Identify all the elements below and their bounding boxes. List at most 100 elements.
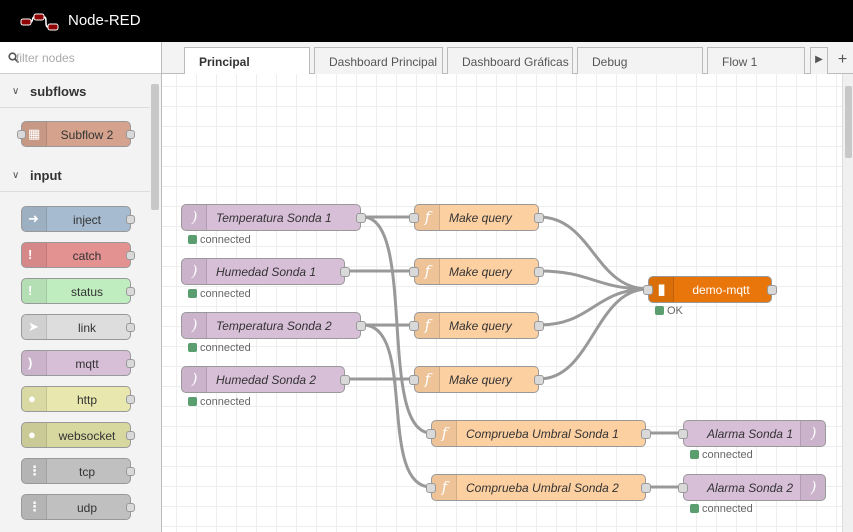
plus-icon: + [837, 51, 848, 68]
mqtt-in-node-temperatura-sonda-1[interactable]: ) Temperatura Sonda 1 [181, 204, 366, 231]
status-text: connected [200, 396, 251, 408]
function-node-make-query-4[interactable]: f Make query [409, 366, 544, 393]
status-dot [690, 504, 699, 513]
input-port[interactable] [678, 483, 688, 493]
node-palette: filter nodes ∨ subflows ▦ Subflow 2 ∨ in… [0, 42, 162, 532]
flow-canvas[interactable]: ) Temperatura Sonda 1 connected ) Humeda… [162, 74, 842, 532]
database-node-demo-mqtt[interactable]: ▮ demo-mqtt [643, 276, 777, 303]
input-port [17, 130, 26, 139]
input-port[interactable] [409, 321, 419, 331]
mqtt-out-node-alarma-sonda-2[interactable]: ) Alarma Sonda 2 [678, 474, 826, 501]
output-port[interactable] [767, 285, 777, 295]
chevron-down-icon: ∨ [12, 170, 20, 181]
node-label: Make query [449, 373, 512, 387]
palette-node-link[interactable]: ➤ link [21, 314, 135, 340]
palette-node-inject[interactable]: ➜ inject [21, 206, 135, 232]
output-port[interactable] [641, 429, 651, 439]
output-port [126, 395, 135, 404]
function-node-comprueba-umbral-sonda-1[interactable]: f Comprueba Umbral Sonda 1 [426, 420, 651, 447]
input-port[interactable] [426, 429, 436, 439]
palette-scrollbar[interactable] [150, 76, 160, 532]
exclamation-icon: ! [22, 243, 47, 267]
output-port[interactable] [534, 213, 544, 223]
tab-dashboard-principal[interactable]: Dashboard Principal [314, 47, 443, 74]
node-label: Alarma Sonda 1 [706, 427, 793, 441]
function-node-make-query-3[interactable]: f Make query [409, 312, 544, 339]
tab-scroll-right-button[interactable]: ▶ [810, 47, 828, 74]
input-port[interactable] [409, 267, 419, 277]
palette-node-label: catch [72, 249, 102, 263]
status-dot [655, 306, 664, 315]
palette-search[interactable]: filter nodes [0, 42, 161, 74]
mqtt-out-node-alarma-sonda-1[interactable]: ) Alarma Sonda 1 [678, 420, 826, 447]
output-port[interactable] [340, 267, 350, 277]
output-port[interactable] [534, 321, 544, 331]
chevron-down-icon: ∨ [12, 86, 20, 97]
node-label: Make query [449, 319, 512, 333]
mqtt-in-node-temperatura-sonda-2[interactable]: ) Temperatura Sonda 2 [181, 312, 366, 339]
palette-node-status[interactable]: ! status [21, 278, 135, 304]
node-status: connected [188, 288, 251, 300]
arrow-in-icon: ➜ [22, 207, 47, 231]
add-flow-button[interactable]: + [832, 47, 853, 74]
mqtt-in-node-humedad-sonda-2[interactable]: ) Humedad Sonda 2 [181, 366, 350, 393]
bridge-icon: ) [22, 351, 47, 375]
node-label: Temperatura Sonda 2 [216, 319, 332, 333]
status-dot [188, 235, 197, 244]
function-node-make-query-2[interactable]: f Make query [409, 258, 544, 285]
node-status: connected [690, 449, 753, 461]
canvas-scrollbar-thumb[interactable] [845, 86, 852, 158]
input-port[interactable] [426, 483, 436, 493]
link-icon: ➤ [22, 315, 47, 339]
category-label: input [30, 168, 62, 183]
output-port [126, 251, 135, 260]
mqtt-in-node-humedad-sonda-1[interactable]: ) Humedad Sonda 1 [181, 258, 350, 285]
node-status: connected [188, 342, 251, 354]
palette-node-label: udp [76, 501, 98, 515]
palette-node-tcp[interactable]: ⋮ tcp [21, 458, 135, 484]
status-text: OK [667, 305, 683, 317]
function-node-make-query-1[interactable]: f Make query [409, 204, 544, 231]
output-port[interactable] [641, 483, 651, 493]
input-port[interactable] [678, 429, 688, 439]
input-port[interactable] [409, 375, 419, 385]
tab-principal[interactable]: Principal [184, 47, 310, 75]
output-port [126, 503, 135, 512]
node-label: Temperatura Sonda 1 [216, 211, 332, 225]
palette-node-label: link [77, 321, 96, 335]
input-port[interactable] [409, 213, 419, 223]
palette-node-udp[interactable]: ⋮ udp [21, 494, 135, 520]
output-port [126, 287, 135, 296]
category-header-subflows[interactable]: ∨ subflows [0, 76, 150, 108]
output-port[interactable] [356, 213, 366, 223]
output-port[interactable] [340, 375, 350, 385]
wire [538, 215, 649, 291]
palette-node-label: mqtt [75, 357, 99, 371]
palette-node-catch[interactable]: ! catch [21, 242, 135, 268]
palette-node-http[interactable]: ● http [21, 386, 135, 412]
palette-node-subflow-2[interactable]: ▦ Subflow 2 [17, 121, 135, 147]
tab-flow-1[interactable]: Flow 1 [707, 47, 805, 74]
output-port[interactable] [534, 375, 544, 385]
output-port[interactable] [534, 267, 544, 277]
palette-node-mqtt[interactable]: ) mqtt [21, 350, 135, 376]
tab-bar: Principal Dashboard Principal Dashboard … [162, 42, 853, 75]
node-label: Comprueba Umbral Sonda 2 [466, 481, 619, 495]
node-label: Humedad Sonda 1 [216, 265, 317, 279]
palette-scrollbar-thumb[interactable] [151, 84, 159, 210]
output-port[interactable] [356, 321, 366, 331]
bridge-icon: ) [800, 475, 825, 500]
wire [538, 287, 649, 381]
node-status: connected [188, 396, 251, 408]
tab-debug[interactable]: Debug [577, 47, 703, 74]
globe-icon: ● [22, 387, 47, 411]
palette-search-placeholder: filter nodes [16, 51, 75, 65]
bridge-icon: ⋮ [22, 495, 47, 519]
caret-right-icon: ▶ [815, 54, 823, 65]
input-port[interactable] [643, 285, 653, 295]
function-node-comprueba-umbral-sonda-2[interactable]: f Comprueba Umbral Sonda 2 [426, 474, 651, 501]
canvas-scrollbar[interactable] [842, 74, 853, 532]
tab-dashboard-graficas[interactable]: Dashboard Gráficas [447, 47, 573, 74]
palette-node-websocket[interactable]: ● websocket [21, 422, 135, 448]
category-header-input[interactable]: ∨ input [0, 160, 150, 192]
